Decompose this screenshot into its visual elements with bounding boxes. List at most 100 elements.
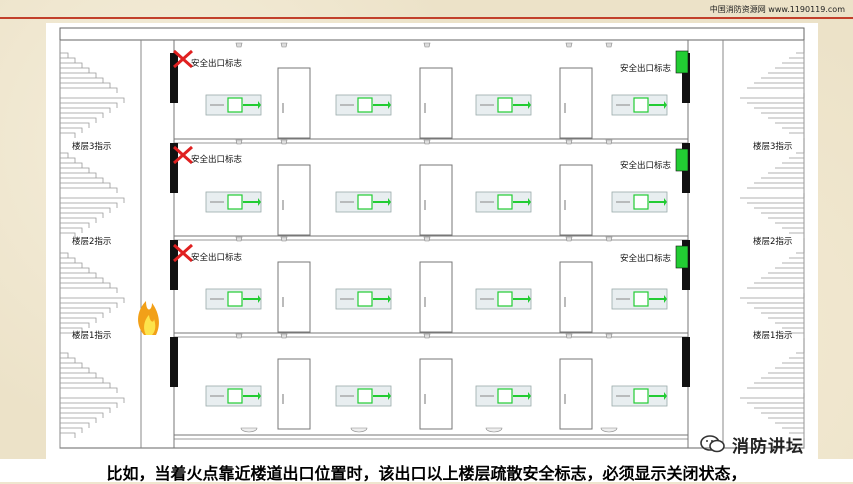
stair-step <box>747 302 805 308</box>
floor-light <box>350 427 368 433</box>
stair-step <box>761 212 805 218</box>
exit-sign-icon <box>205 191 262 213</box>
stair-step <box>768 217 805 223</box>
stair-step <box>796 352 805 358</box>
stair-step <box>761 277 805 283</box>
floor-indicator-right-2: 楼层2指示 <box>753 237 793 247</box>
stair-step <box>747 387 805 393</box>
stair-step <box>60 127 83 133</box>
stair-step <box>768 117 805 123</box>
stair-step <box>60 152 69 158</box>
exit-sign-icon <box>335 385 392 407</box>
stair-step <box>60 252 69 258</box>
stair-step <box>60 377 104 383</box>
exit-sign-icon <box>205 288 262 310</box>
stair-step <box>60 52 69 58</box>
left-exit-sign-label-2: 安全出口标志 <box>191 253 243 263</box>
exit-door-left <box>170 337 178 387</box>
stair-step <box>754 107 805 113</box>
exit-light-green <box>675 148 689 172</box>
stair-step <box>768 317 805 323</box>
ceiling-fixture <box>565 333 573 339</box>
stair-step <box>747 402 805 408</box>
floor-indicator-right-3: 楼层3指示 <box>753 142 793 152</box>
stair-step <box>60 227 83 233</box>
right-exit-sign-label-2: 安全出口标志 <box>620 254 672 264</box>
ceiling-fixture <box>605 139 613 145</box>
stair-step <box>60 282 111 288</box>
ceiling-fixture <box>605 236 613 242</box>
stair-step <box>768 372 805 378</box>
stair-step <box>789 132 805 138</box>
exit-sign-icon <box>475 191 532 213</box>
stair-step <box>60 67 90 73</box>
exit-sign-icon <box>611 94 668 116</box>
stair-step <box>60 197 125 203</box>
stair-step <box>60 397 125 403</box>
stair-step <box>775 267 805 273</box>
stair-step <box>754 407 805 413</box>
stair-step <box>60 87 118 93</box>
stair-step <box>60 187 118 193</box>
stair-step <box>60 387 118 393</box>
stair-step <box>768 72 805 78</box>
ceiling-fixture <box>423 139 431 145</box>
stair-step <box>60 352 69 358</box>
stair-step <box>796 252 805 258</box>
stair-step <box>754 382 805 388</box>
right-exit-sign-label-3: 安全出口标志 <box>620 161 672 171</box>
stair-step <box>761 77 805 83</box>
stair-step <box>796 152 805 158</box>
stair-step <box>60 117 97 123</box>
stair-step <box>782 262 805 268</box>
ceiling-fixture <box>565 139 573 145</box>
stair-step <box>60 72 97 78</box>
stair-step <box>60 207 111 213</box>
stair-step <box>60 102 118 108</box>
exit-light-green <box>675 50 689 74</box>
diagram-panel <box>46 23 818 459</box>
ceiling-fixture <box>423 333 431 339</box>
ceiling-fixture <box>280 333 288 339</box>
stair-step <box>754 282 805 288</box>
stair-step <box>60 82 111 88</box>
watermark: 消防讲坛 <box>700 430 830 458</box>
stair-step <box>782 227 805 233</box>
stair-step <box>775 367 805 373</box>
stair-step <box>60 317 97 323</box>
stair-step <box>747 102 805 108</box>
ceiling-fixture <box>605 333 613 339</box>
stair-step <box>60 407 111 413</box>
left-exit-sign-label-4: 安全出口标志 <box>191 59 243 69</box>
exit-light-green <box>675 245 689 269</box>
stair-step <box>754 182 805 188</box>
stair-step <box>60 257 76 263</box>
stair-step <box>775 322 805 328</box>
stair-step <box>60 312 104 318</box>
stair-step <box>775 122 805 128</box>
ceiling-fixture <box>280 236 288 242</box>
stair-step <box>768 417 805 423</box>
stair-step <box>60 277 104 283</box>
stair-step <box>60 427 83 433</box>
stair-step <box>60 182 111 188</box>
site-label: 中国消防资源网 www.1190119.com <box>709 5 845 14</box>
stair-step <box>768 272 805 278</box>
ceiling-fixture <box>605 42 613 48</box>
stair-step <box>768 172 805 178</box>
exit-sign-icon <box>611 385 668 407</box>
stair-step <box>60 122 90 128</box>
exit-sign-icon <box>205 94 262 116</box>
stair-step <box>761 412 805 418</box>
stair-step <box>782 362 805 368</box>
ceiling-fixture <box>235 42 243 48</box>
ceiling-fixture <box>565 236 573 242</box>
stair-step <box>782 162 805 168</box>
stair-step <box>60 357 76 363</box>
stair-step <box>754 82 805 88</box>
exit-sign-icon <box>335 288 392 310</box>
stair-step <box>60 267 90 273</box>
floor-indicator-right-1: 楼层1指示 <box>753 331 793 341</box>
stair-step <box>747 87 805 93</box>
stair-step <box>60 112 104 118</box>
